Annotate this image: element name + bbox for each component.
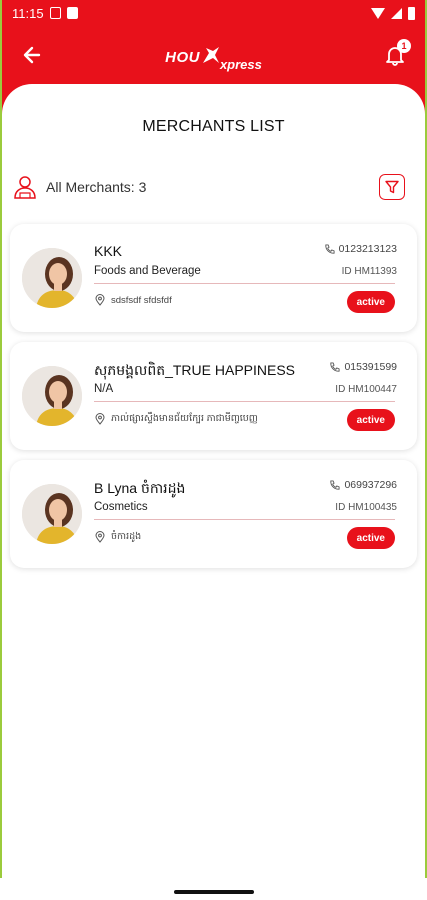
summary-row: All Merchants: 3 bbox=[2, 172, 425, 202]
merchant-card[interactable]: សុភមង្គលពិត_TRUE HAPPINESS N/A 015391599… bbox=[10, 342, 417, 450]
merchant-address: ភាល់ផ្សារស្ទឹងមានជ័យក្បែរ ភាជាមីញ្ចបេញ្ញ bbox=[94, 412, 258, 426]
avatar-image bbox=[22, 248, 82, 308]
system-nav-bar bbox=[0, 878, 427, 900]
address-text: sdsfsdf sfdsfdf bbox=[111, 294, 172, 306]
address-text: ភាល់ផ្សារស្ទឹងមានជ័យក្បែរ ភាជាមីញ្ចបេញ្ញ bbox=[111, 413, 258, 424]
merchant-phone: 069937296 bbox=[329, 479, 397, 491]
merchant-person-icon bbox=[14, 176, 36, 199]
merchant-category: N/A bbox=[94, 383, 114, 395]
signal-icon bbox=[391, 7, 402, 19]
merchant-id: ID HM100435 bbox=[335, 502, 397, 513]
content-sheet: MERCHANTS LIST All Merchants: 3 KKK Food… bbox=[2, 84, 425, 900]
merchant-id: ID HM100447 bbox=[335, 384, 397, 395]
notification-icon bbox=[49, 7, 61, 19]
filter-button[interactable] bbox=[379, 174, 405, 200]
location-pin-icon bbox=[95, 531, 105, 543]
merchant-address: ចំការដូង bbox=[94, 530, 141, 544]
back-button[interactable] bbox=[16, 39, 48, 71]
phone-icon bbox=[330, 361, 340, 372]
merchant-id: ID HM11393 bbox=[341, 266, 397, 277]
avatar bbox=[22, 484, 82, 544]
phone-number: 0123213123 bbox=[338, 243, 397, 255]
phone-number: 069937296 bbox=[344, 479, 397, 491]
avatar-image bbox=[22, 484, 82, 544]
notification-count-badge: 1 bbox=[396, 39, 411, 53]
wifi-icon bbox=[371, 7, 385, 19]
filter-icon bbox=[385, 180, 399, 194]
storage-icon bbox=[66, 7, 78, 19]
merchant-address: sdsfsdf sfdsfdf bbox=[94, 294, 172, 306]
horse-icon bbox=[202, 47, 219, 63]
merchant-category: Cosmetics bbox=[94, 501, 148, 513]
phone-icon bbox=[324, 243, 335, 254]
phone-number: 015391599 bbox=[344, 361, 397, 373]
merchant-name: សុភមង្គលពិត_TRUE HAPPINESS bbox=[94, 362, 296, 378]
phone-icon bbox=[330, 479, 340, 490]
merchant-category: Foods and Beverage bbox=[94, 265, 201, 277]
divider bbox=[94, 519, 395, 520]
avatar-image bbox=[22, 366, 82, 426]
status-time: 11:15 bbox=[12, 5, 44, 21]
home-gesture-handle[interactable] bbox=[174, 890, 254, 894]
merchant-count-label: All Merchants: 3 bbox=[46, 179, 147, 195]
page-title: MERCHANTS LIST bbox=[142, 118, 285, 135]
merchant-phone: 015391599 bbox=[329, 361, 397, 373]
merchant-phone: 0123213123 bbox=[324, 243, 397, 255]
arrow-left-icon bbox=[23, 46, 41, 64]
merchant-list: KKK Foods and Beverage 0123213123 ID HM1… bbox=[2, 224, 425, 568]
status-badge: active bbox=[346, 527, 395, 549]
merchant-name: B Lyna ចំការដូង bbox=[94, 480, 186, 496]
location-pin-icon bbox=[95, 294, 105, 306]
merchant-card[interactable]: B Lyna ចំការដូង Cosmetics 069937296 ID H… bbox=[10, 460, 417, 568]
divider bbox=[94, 283, 395, 284]
status-bar: 11:15 bbox=[2, 0, 425, 26]
avatar bbox=[22, 248, 82, 308]
app-logo: HOU xpress bbox=[165, 44, 262, 72]
notifications-button[interactable]: 1 bbox=[379, 39, 411, 71]
merchant-name: KKK bbox=[94, 243, 123, 259]
status-badge: active bbox=[346, 409, 395, 431]
app-screen: 11:15 HOU xpress 1 MERCHANTS LIST All Me… bbox=[2, 0, 425, 900]
app-bar: HOU xpress 1 bbox=[2, 26, 425, 84]
merchant-card[interactable]: KKK Foods and Beverage 0123213123 ID HM1… bbox=[10, 224, 417, 332]
location-pin-icon bbox=[95, 413, 105, 425]
status-badge: active bbox=[346, 291, 395, 313]
address-text: ចំការដូង bbox=[111, 531, 142, 542]
avatar bbox=[22, 366, 82, 426]
battery-icon bbox=[408, 6, 415, 20]
divider bbox=[94, 401, 395, 402]
